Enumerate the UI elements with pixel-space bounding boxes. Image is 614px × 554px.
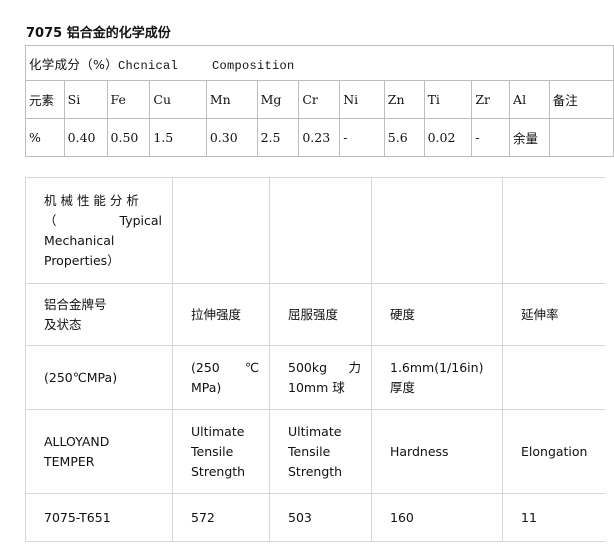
header-cell: Al xyxy=(509,80,550,119)
units-elongation xyxy=(502,345,605,410)
alloy-temper-zh-line2: 及状态 xyxy=(44,316,82,332)
header-cell: Zn xyxy=(383,80,425,119)
value-cell: 0.30 xyxy=(205,118,258,157)
mechanical-en-header-row: ALLOYAND TEMPER Ultimate Tensile Strengt… xyxy=(25,409,605,494)
empty-cell xyxy=(172,177,270,284)
units-yield: 500kg 力 10mm 球 xyxy=(269,345,372,410)
value-cell: % xyxy=(25,118,65,157)
units-tensile-temp: (250 xyxy=(191,359,220,375)
units-yield-line1: 500kg 力 xyxy=(288,358,361,378)
mechanical-zh-header-row: 铝合金牌号 及状态 拉伸强度 屈服强度 硬度 延伸率 xyxy=(25,283,605,346)
alloy-temper-zh: 铝合金牌号 及状态 xyxy=(25,283,173,346)
value-cell: - xyxy=(339,118,385,157)
composition-value-row: % 0.40 0.50 1.5 0.30 2.5 0.23 - 5.6 0.02… xyxy=(25,118,614,157)
yield-en-line1: Ultimate xyxy=(288,423,342,439)
header-cell: Mg xyxy=(256,80,300,119)
header-cell: Fe xyxy=(106,80,151,119)
heading-typical: Typical xyxy=(119,212,163,228)
value-cell: 5.6 xyxy=(383,118,425,157)
tensile-en: Ultimate Tensile Strength xyxy=(172,409,270,494)
mechanical-values-row: 7075-T651 572 503 160 11 xyxy=(25,493,605,542)
heading-line-4: Properties） xyxy=(44,252,120,268)
tensile-zh: 拉伸强度 xyxy=(172,283,270,346)
hardness-en: Hardness xyxy=(371,409,503,494)
heading-line-2: （ Typical xyxy=(44,211,162,231)
header-cell: 备注 xyxy=(548,80,614,119)
units-tensile-degree: ℃ xyxy=(244,359,259,375)
header-cell: Si xyxy=(63,80,108,119)
yield-zh: 屈服强度 xyxy=(269,283,372,346)
composition-caption: 化学成分（%）Chcnical Composition xyxy=(25,45,614,81)
heading-line-3: Mechanical xyxy=(44,232,115,248)
header-cell: Cu xyxy=(149,80,207,119)
mechanical-heading-row: 机 械 性 能 分 析 （ Typical Mechanical Propert… xyxy=(25,177,605,284)
value-cell: 余量 xyxy=(509,118,550,157)
composition-header-row: 元素 Si Fe Cu Mn Mg Cr Ni Zn Ti Zr Al 备注 xyxy=(25,80,614,119)
header-cell: Cr xyxy=(298,80,341,119)
header-cell: Zr xyxy=(471,80,511,119)
value-cell: 0.50 xyxy=(106,118,151,157)
alloy-temper-zh-line1: 铝合金牌号 xyxy=(44,296,107,312)
value-cell: - xyxy=(471,118,511,157)
value-cell: 1.5 xyxy=(149,118,207,157)
value-cell xyxy=(548,118,614,157)
mechanical-heading: 机 械 性 能 分 析 （ Typical Mechanical Propert… xyxy=(25,177,173,284)
alloy-temper-en: ALLOYAND TEMPER xyxy=(25,409,173,494)
units-yield-force: 力 xyxy=(348,359,361,375)
elongation-en: Elongation xyxy=(502,409,605,494)
units-hardness: 1.6mm(1/16in) 厚度 xyxy=(371,345,503,410)
units-hardness-line1: 1.6mm(1/16in) xyxy=(390,359,484,375)
units-tensile-line2: MPa) xyxy=(191,379,222,395)
composition-caption-row: 化学成分（%）Chcnical Composition xyxy=(25,45,614,81)
elongation-value: 11 xyxy=(502,493,605,542)
value-cell: 0.40 xyxy=(63,118,108,157)
hardness-value: 160 xyxy=(371,493,503,542)
header-cell: 元素 xyxy=(25,80,65,119)
mechanical-units-row: (250℃MPa) (250 ℃ MPa) 500kg 力 10mm 球 1.6… xyxy=(25,345,605,410)
units-hardness-line2: 厚度 xyxy=(390,379,416,395)
heading-paren: （ xyxy=(44,212,57,228)
hardness-zh: 硬度 xyxy=(371,283,503,346)
elongation-zh: 延伸率 xyxy=(502,283,605,346)
units-yield-line2: 10mm 球 xyxy=(288,379,345,395)
empty-cell xyxy=(269,177,372,284)
header-cell: Mn xyxy=(205,80,258,119)
value-cell: 0.02 xyxy=(423,118,473,157)
tensile-en-line3: Strength xyxy=(191,463,246,479)
alloy-temper-value: 7075-T651 xyxy=(25,493,173,542)
header-cell: Ni xyxy=(339,80,385,119)
mechanical-properties-table: 机 械 性 能 分 析 （ Typical Mechanical Propert… xyxy=(25,177,605,542)
tensile-value: 572 xyxy=(172,493,270,542)
value-cell: 0.23 xyxy=(298,118,341,157)
caption-en1: Chcnical xyxy=(117,58,178,73)
heading-line-1: 机 械 性 能 分 析 xyxy=(44,192,139,208)
units-tensile: (250 ℃ MPa) xyxy=(172,345,270,410)
empty-cell xyxy=(502,177,605,284)
yield-value: 503 xyxy=(269,493,372,542)
value-cell: 2.5 xyxy=(256,118,300,157)
tensile-en-line1: Ultimate xyxy=(191,423,245,439)
units-yield-load: 500kg xyxy=(288,359,328,375)
yield-en-line2: Tensile xyxy=(288,443,331,459)
composition-table: 化学成分（%）Chcnical Composition 元素 Si Fe Cu M… xyxy=(25,45,614,157)
header-cell: Ti xyxy=(423,80,473,119)
tensile-en-line2: Tensile xyxy=(191,443,234,459)
document-title: 7075 铝合金的化学成份 xyxy=(26,26,171,41)
caption-zh: 化学成分（%） xyxy=(29,56,118,72)
yield-en: Ultimate Tensile Strength xyxy=(269,409,372,494)
units-mpa: (250℃MPa) xyxy=(25,345,173,410)
yield-en-line3: Strength xyxy=(288,463,343,479)
units-tensile-line1: (250 ℃ xyxy=(191,358,259,378)
caption-en2: Composition xyxy=(212,58,295,73)
empty-cell xyxy=(371,177,503,284)
